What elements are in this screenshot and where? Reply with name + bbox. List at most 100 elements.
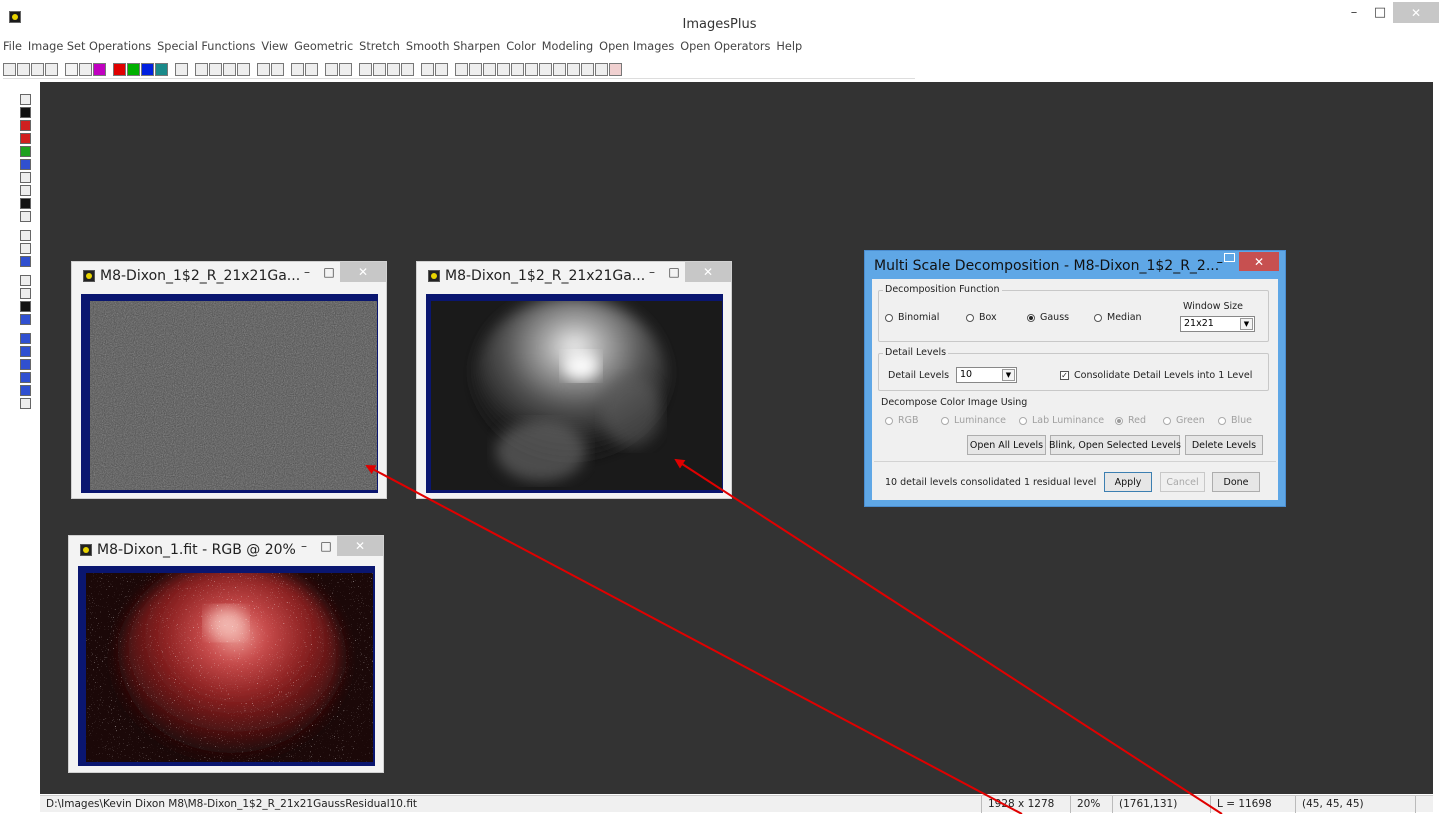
black-bar-icon[interactable] xyxy=(20,301,31,312)
new-icon[interactable] xyxy=(3,62,16,76)
menu-smooth-sharpen[interactable]: Smooth Sharpen xyxy=(406,40,500,56)
channel-mono-icon[interactable] xyxy=(20,198,31,209)
minus-box-icon[interactable] xyxy=(511,62,524,76)
radio-rgb[interactable]: RGB xyxy=(885,415,918,426)
rgb-image[interactable] xyxy=(86,573,373,762)
sep-icon[interactable] xyxy=(20,230,31,241)
maximize-button[interactable]: □ xyxy=(1367,2,1393,23)
maximize-button[interactable]: □ xyxy=(318,262,340,282)
save-icon[interactable] xyxy=(31,62,44,76)
radio-gauss[interactable]: Gauss xyxy=(1027,312,1069,323)
window-size-select[interactable]: 21x21 ▼ xyxy=(1180,316,1255,332)
open-icon[interactable] xyxy=(17,62,30,76)
image-window-titlebar[interactable]: M8-Dixon_1$2_R_21x21Ga... – □ ✕ xyxy=(72,262,386,290)
flip-icon[interactable] xyxy=(20,398,31,409)
minimize-button[interactable]: – xyxy=(296,262,318,282)
menu-view[interactable]: View xyxy=(261,40,288,56)
channel-green-icon[interactable] xyxy=(20,146,31,157)
dots2-icon[interactable] xyxy=(291,62,304,76)
red-cross-icon[interactable] xyxy=(65,62,78,76)
radio-red[interactable]: Red xyxy=(1115,415,1146,426)
square-icon[interactable] xyxy=(421,62,434,76)
grid-red-icon[interactable] xyxy=(609,62,622,76)
save-icon[interactable] xyxy=(20,94,31,105)
arrow-left-icon[interactable] xyxy=(175,62,188,76)
bars-icon[interactable] xyxy=(20,288,31,299)
frame3-icon[interactable] xyxy=(553,62,566,76)
rotate-left-icon[interactable] xyxy=(20,372,31,383)
image-window-rgb[interactable]: M8-Dixon_1.fit - RGB @ 20% – □ ✕ xyxy=(68,535,384,773)
channel-mix2-icon[interactable] xyxy=(20,185,31,196)
apply-button[interactable]: Apply xyxy=(1104,472,1152,492)
radio-blue[interactable]: Blue xyxy=(1218,415,1252,426)
plus-icon[interactable] xyxy=(339,62,352,76)
menu-stretch[interactable]: Stretch xyxy=(359,40,400,56)
move-icon[interactable] xyxy=(20,333,31,344)
radio-median[interactable]: Median xyxy=(1094,312,1142,323)
menu-image-set-operations[interactable]: Image Set Operations xyxy=(28,40,151,56)
image-window-titlebar[interactable]: M8-Dixon_1$2_R_21x21Ga... – □ ✕ xyxy=(417,262,731,290)
l-icon[interactable] xyxy=(325,62,338,76)
close-button[interactable]: ✕ xyxy=(1393,2,1439,23)
close-button[interactable]: ✕ xyxy=(340,262,386,282)
channel-red-icon[interactable] xyxy=(20,120,31,131)
radio-lab-luminance[interactable]: Lab Luminance xyxy=(1019,415,1104,426)
zoom-in-icon[interactable] xyxy=(435,62,448,76)
menu-modeling[interactable]: Modeling xyxy=(542,40,593,56)
frame2-icon[interactable] xyxy=(539,62,552,76)
close-button[interactable]: ✕ xyxy=(685,262,731,282)
channel-black-icon[interactable] xyxy=(20,107,31,118)
grid-icon[interactable] xyxy=(373,62,386,76)
minimize-button[interactable]: – xyxy=(641,262,663,282)
crosshair-icon[interactable] xyxy=(359,62,372,76)
cancel-button[interactable]: Cancel xyxy=(1160,472,1205,492)
maximize-button[interactable]: □ xyxy=(315,536,337,556)
teal-icon[interactable] xyxy=(155,62,168,76)
arrow-right-icon[interactable] xyxy=(195,62,208,76)
frame6-icon[interactable] xyxy=(595,62,608,76)
menu-geometric[interactable]: Geometric xyxy=(294,40,353,56)
maximize-button[interactable]: □ xyxy=(663,262,685,282)
open-all-levels-button[interactable]: Open All Levels xyxy=(967,435,1046,455)
blink-open-selected-button[interactable]: Blink, Open Selected Levels xyxy=(1049,435,1181,455)
plus-box-icon[interactable] xyxy=(497,62,510,76)
crosshair-icon[interactable] xyxy=(20,256,31,267)
menu-special-functions[interactable]: Special Functions xyxy=(157,40,255,56)
image-window-residual[interactable]: M8-Dixon_1$2_R_21x21Ga... – □ ✕ xyxy=(71,261,387,499)
grid2-icon[interactable] xyxy=(387,62,400,76)
zoom-out-icon[interactable] xyxy=(483,62,496,76)
done-button[interactable]: Done xyxy=(1212,472,1260,492)
zoom-fit-icon[interactable] xyxy=(469,62,482,76)
frame5-icon[interactable] xyxy=(581,62,594,76)
radio-binomial[interactable]: Binomial xyxy=(885,312,939,323)
dialog-minimize-button[interactable]: – xyxy=(1217,255,1224,270)
frame1-icon[interactable] xyxy=(525,62,538,76)
gauss-image[interactable] xyxy=(431,301,722,490)
channel-red2-icon[interactable] xyxy=(20,133,31,144)
dots-icon[interactable] xyxy=(271,62,284,76)
radio-box[interactable]: Box xyxy=(966,312,997,323)
calc-icon[interactable] xyxy=(79,62,92,76)
gradient-icon[interactable] xyxy=(20,243,31,254)
zoom-icon[interactable] xyxy=(455,62,468,76)
select-arrow-icon[interactable] xyxy=(20,314,31,325)
menu-color[interactable]: Color xyxy=(506,40,536,56)
align2-icon[interactable] xyxy=(257,62,270,76)
align-icon[interactable] xyxy=(237,62,250,76)
blue-icon[interactable] xyxy=(141,62,154,76)
rgb-icon[interactable] xyxy=(93,62,106,76)
dialog-maximize-button[interactable] xyxy=(1224,253,1235,262)
frame-icon[interactable] xyxy=(20,275,31,286)
image-window-gauss[interactable]: M8-Dixon_1$2_R_21x21Ga... – □ ✕ xyxy=(416,261,732,499)
frame4-icon[interactable] xyxy=(567,62,580,76)
menu-file[interactable]: File xyxy=(3,40,22,56)
detail-levels-select[interactable]: 10 ▼ xyxy=(956,367,1017,383)
pencil-icon[interactable] xyxy=(401,62,414,76)
cross-icon[interactable] xyxy=(45,62,58,76)
red-icon[interactable] xyxy=(113,62,126,76)
delete-levels-button[interactable]: Delete Levels xyxy=(1185,435,1263,455)
triangle-icon[interactable] xyxy=(305,62,318,76)
radio-green[interactable]: Green xyxy=(1163,415,1205,426)
image-window-titlebar[interactable]: M8-Dixon_1.fit - RGB @ 20% – □ ✕ xyxy=(69,536,383,564)
green-icon[interactable] xyxy=(127,62,140,76)
